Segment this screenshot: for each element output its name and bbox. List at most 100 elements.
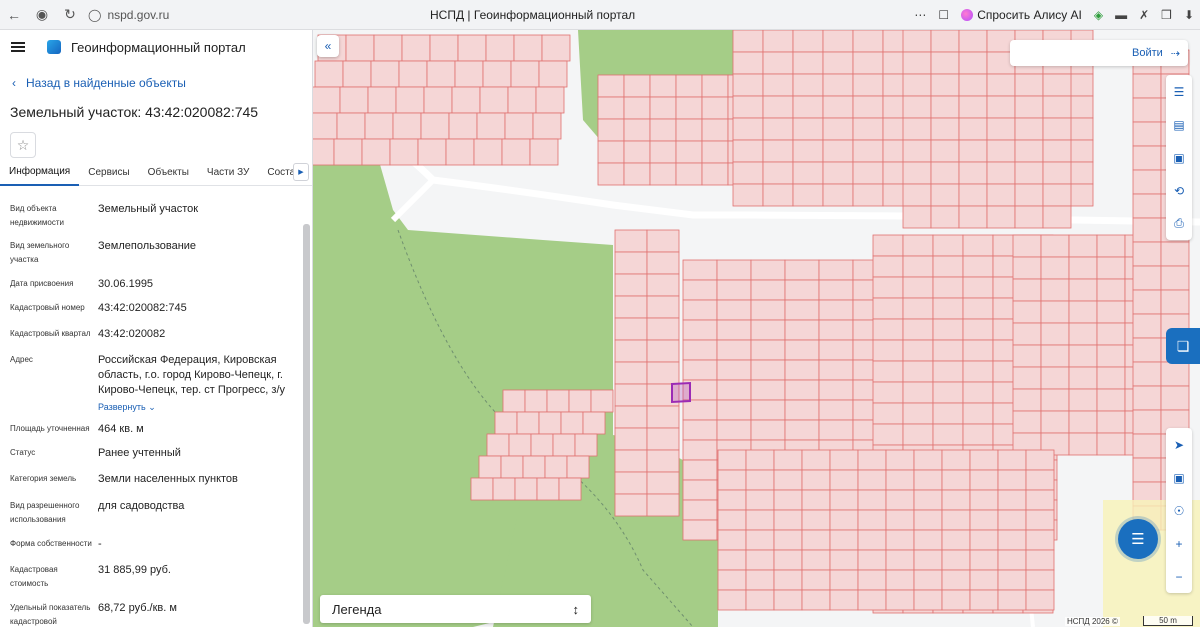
- parcel: [958, 73, 988, 97]
- parcel: [675, 118, 703, 142]
- more-icon[interactable]: ⋯: [914, 8, 926, 22]
- scrollbar-thumb[interactable]: [303, 224, 310, 624]
- parcel: [997, 589, 1027, 611]
- parcel: [941, 489, 971, 511]
- select-area-icon[interactable]: ▣: [1166, 141, 1192, 174]
- parcel: [1068, 388, 1098, 412]
- tab-services[interactable]: Сервисы: [79, 158, 138, 186]
- side-panel-toggle-icon[interactable]: ❏: [1166, 328, 1200, 364]
- favorite-star-icon[interactable]: ☆: [10, 132, 36, 158]
- parcel: [818, 419, 854, 441]
- attribute-label: Вид земельного участка: [10, 241, 70, 264]
- parcel: [930, 73, 960, 97]
- map-layer[interactable]: [313, 30, 1200, 627]
- parcel: [717, 489, 747, 511]
- minimap-icon[interactable]: ▣: [1166, 461, 1192, 494]
- zoom-out-icon[interactable]: −: [1166, 560, 1192, 593]
- ruler-icon[interactable]: ▤: [1166, 108, 1192, 141]
- address-bar[interactable]: ◯ nspd.gov.ru: [88, 8, 169, 22]
- parcel: [682, 299, 718, 321]
- share-icon[interactable]: ⟲: [1166, 174, 1192, 207]
- parcel: [958, 183, 988, 207]
- parcel: [913, 509, 943, 531]
- parcel: [1132, 193, 1162, 219]
- parcel: [1012, 410, 1042, 434]
- parcel: [1012, 366, 1042, 390]
- chat-icon[interactable]: ☰: [1118, 519, 1158, 559]
- panel-scrollbar[interactable]: [303, 224, 310, 624]
- parcel: [732, 51, 764, 75]
- url-text[interactable]: nspd.gov.ru: [107, 8, 169, 22]
- parcel: [932, 423, 964, 446]
- attribute-label: Статус: [10, 448, 36, 457]
- login-button[interactable]: Войти ⇢: [1010, 40, 1188, 66]
- bookmarks-icon[interactable]: ❒: [1161, 8, 1172, 22]
- parcel: [1025, 509, 1055, 531]
- attribute-row: Статус Ранее учтенный: [0, 446, 300, 461]
- parcel: [818, 359, 854, 381]
- chevron-down-icon: ⌄: [148, 402, 156, 412]
- attribute-row: Кадастровый номер 43:42:020082:745: [0, 301, 300, 316]
- reload-icon[interactable]: ↻: [56, 0, 84, 30]
- alice-button[interactable]: Спросить Алису AI: [961, 8, 1082, 22]
- parcel: [313, 86, 341, 114]
- parcel: [1025, 489, 1055, 511]
- extension-icon[interactable]: ▬: [1115, 8, 1127, 22]
- search-point-icon[interactable]: ☉: [1166, 494, 1192, 527]
- downloads-icon[interactable]: ⬇: [1184, 8, 1194, 22]
- parcel: [829, 529, 859, 551]
- back-arrow-icon[interactable]: ←: [0, 0, 28, 30]
- parcel: [485, 34, 515, 62]
- tab-objects[interactable]: Объекты: [139, 158, 198, 186]
- parcel: [717, 449, 747, 471]
- parcel: [885, 509, 915, 531]
- parcel: [1068, 278, 1098, 302]
- print-icon[interactable]: ⎙: [1166, 207, 1192, 240]
- parcel: [818, 399, 854, 421]
- parcel: [792, 139, 824, 163]
- parcel: [364, 112, 394, 140]
- parcel: [1014, 95, 1044, 119]
- attribute-row: Кадастровый квартал 43:42:020082: [0, 327, 300, 342]
- reader-icon[interactable]: ◉: [28, 0, 56, 30]
- parcel: [818, 279, 854, 301]
- menu-icon[interactable]: [11, 42, 25, 52]
- parcel: [614, 251, 648, 275]
- tabs-scroll-right-icon[interactable]: ▶: [293, 163, 309, 181]
- geolocation-icon[interactable]: ➤: [1166, 428, 1192, 461]
- parcel: [969, 529, 999, 551]
- parcel: [1040, 344, 1070, 368]
- tab-information[interactable]: Информация: [0, 158, 80, 186]
- parcel: [902, 51, 932, 75]
- shield-icon[interactable]: ◈: [1094, 8, 1103, 22]
- map-attribution[interactable]: НСПД 2026 ©: [1065, 617, 1120, 626]
- parcel: [514, 477, 538, 501]
- parcel: [717, 569, 747, 591]
- parcel: [773, 509, 803, 531]
- site-info-icon[interactable]: ◯: [88, 8, 101, 22]
- login-label: Войти: [1131, 47, 1163, 59]
- collapse-panel-icon[interactable]: «: [317, 35, 339, 57]
- parcel: [623, 140, 651, 164]
- parcel: [902, 161, 932, 185]
- parcel: [582, 411, 606, 435]
- parcel: [857, 569, 887, 591]
- parcel: [745, 509, 775, 531]
- map-canvas[interactable]: « Войти ⇢ ☰ ▤ ▣ ⟲ ⎙ ❏ ➤ ▣ ☉ + − ☰ Легенд…: [313, 30, 1200, 627]
- parcel: [745, 549, 775, 571]
- parcel: [930, 205, 960, 229]
- parcel: [1042, 117, 1072, 141]
- expand-address-link[interactable]: Развернуть ⌄: [98, 400, 156, 415]
- parcel: [417, 138, 447, 166]
- parcel: [716, 399, 752, 421]
- parcel: [682, 439, 718, 461]
- zoom-in-icon[interactable]: +: [1166, 527, 1192, 560]
- tab-parts[interactable]: Части ЗУ: [198, 158, 258, 186]
- legend-dropdown[interactable]: Легенда ↕: [320, 595, 591, 623]
- extension-k-icon[interactable]: ✗: [1139, 8, 1149, 22]
- parcel: [1096, 256, 1126, 280]
- parcel: [857, 529, 887, 551]
- bookmark-icon[interactable]: ☐: [938, 8, 949, 22]
- back-to-results-link[interactable]: ‹ Назад в найденные объекты: [12, 76, 312, 90]
- layers-icon[interactable]: ☰: [1166, 75, 1192, 108]
